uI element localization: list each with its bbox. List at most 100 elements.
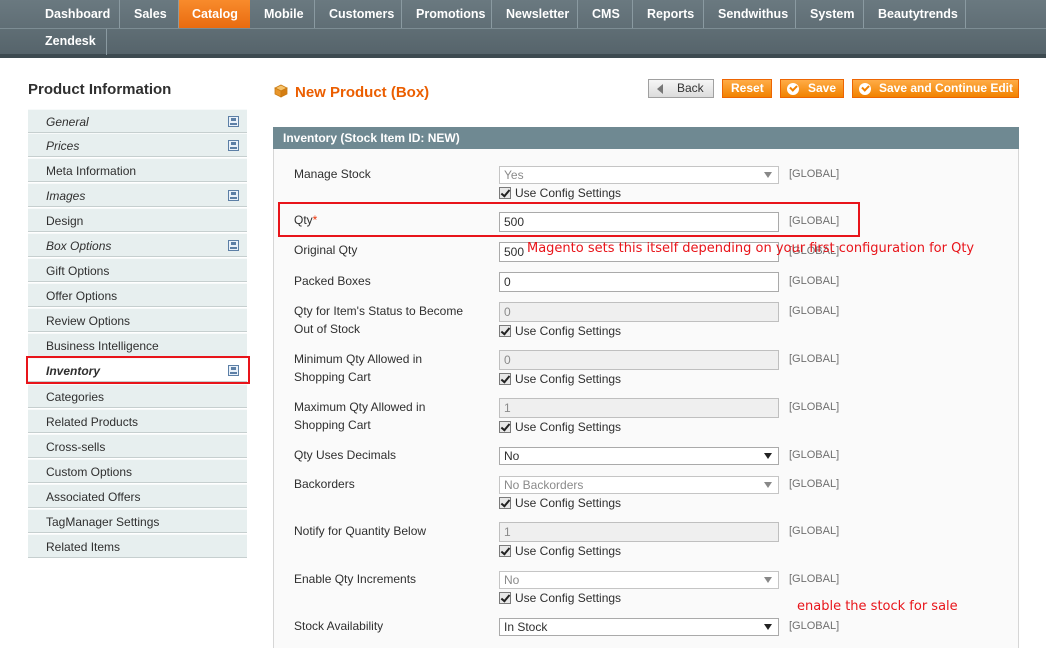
tab-label: General	[46, 115, 89, 129]
use-config-label: Use Config Settings	[515, 324, 622, 338]
out-of-stock-label-line1: Qty for Item's Status to Become	[294, 304, 464, 318]
notify-qty-label: Notify for Quantity Below	[294, 524, 427, 538]
back-arrow-icon	[657, 84, 663, 94]
tab-label: Offer Options	[46, 289, 118, 303]
scope-label: [GLOBAL]	[789, 305, 840, 317]
reset-button-label: Reset	[731, 81, 764, 95]
original-qty-label: Original Qty	[294, 243, 358, 257]
manage-stock-select[interactable]: Yes	[499, 166, 779, 184]
tab-label: Associated Offers	[46, 490, 141, 504]
tab-business-intelligence[interactable]: Business Intelligence	[28, 333, 247, 357]
qty-annotation-note: Magento sets this itself depending on yo…	[527, 241, 975, 256]
scope-label: [GLOBAL]	[789, 168, 840, 180]
select-value: No	[504, 449, 520, 463]
nav-sales[interactable]: Sales	[120, 0, 179, 28]
tab-box-options[interactable]: Box Options	[28, 233, 247, 257]
tab-gift-options[interactable]: Gift Options	[28, 258, 247, 282]
nav-zendesk[interactable]: Zendesk	[33, 29, 107, 55]
tab-review-options[interactable]: Review Options	[28, 308, 247, 332]
min-qty-label-line2: Shopping Cart	[294, 370, 371, 384]
checkbox-checked-icon	[499, 497, 511, 509]
tab-label: Related Items	[46, 540, 121, 554]
tab-label: Related Products	[46, 415, 139, 429]
tab-custom-options[interactable]: Custom Options	[28, 459, 247, 483]
nav-second-row: Zendesk	[0, 28, 1046, 55]
use-config-label: Use Config Settings	[515, 372, 622, 386]
tab-categories[interactable]: Categories	[28, 384, 247, 408]
tab-offer-options[interactable]: Offer Options	[28, 283, 247, 307]
min-qty-label-line1: Minimum Qty Allowed in	[294, 352, 423, 366]
save-button[interactable]: Save	[780, 79, 844, 98]
check-icon	[787, 83, 799, 95]
use-config-label: Use Config Settings	[515, 420, 622, 434]
scope-label: [GLOBAL]	[789, 353, 840, 365]
out-of-stock-qty-input[interactable]: 0	[499, 302, 779, 322]
notify-qty-input[interactable]: 1	[499, 522, 779, 542]
manage-stock-label: Manage Stock	[294, 167, 371, 181]
tab-images[interactable]: Images	[28, 183, 247, 207]
stock-annotation-note: enable the stock for sale	[797, 599, 958, 614]
nav-reports[interactable]: Reports	[633, 0, 704, 28]
tab-label: Prices	[46, 139, 80, 153]
chevron-down-icon	[764, 453, 772, 459]
checkbox-checked-icon	[499, 325, 511, 337]
min-qty-input[interactable]: 0	[499, 350, 779, 370]
backorders-select[interactable]: No Backorders	[499, 476, 779, 494]
chevron-down-icon	[764, 482, 772, 488]
tab-related-products[interactable]: Related Products	[28, 409, 247, 433]
qty-increments-select[interactable]: No	[499, 571, 779, 589]
max-qty-label-line1: Maximum Qty Allowed in	[294, 400, 426, 414]
use-config-label: Use Config Settings	[515, 591, 622, 605]
checkbox-checked-icon	[499, 545, 511, 557]
stock-availability-select[interactable]: In Stock	[499, 618, 779, 636]
packed-boxes-label: Packed Boxes	[294, 274, 371, 288]
tab-cross-sells[interactable]: Cross-sells	[28, 434, 247, 458]
qty-decimals-select[interactable]: No	[499, 447, 779, 465]
chevron-down-icon	[764, 172, 772, 178]
save-button-label: Save	[808, 81, 837, 95]
check-icon	[859, 83, 871, 95]
tab-related-items[interactable]: Related Items	[28, 534, 247, 558]
out-of-stock-label-line2: Out of Stock	[294, 322, 361, 336]
packed-boxes-input[interactable]: 0	[499, 272, 779, 292]
tab-label: Gift Options	[46, 264, 110, 278]
changed-icon	[228, 116, 239, 127]
nav-cms[interactable]: CMS	[578, 0, 633, 28]
use-config-label: Use Config Settings	[515, 496, 622, 510]
select-value: Yes	[504, 168, 524, 182]
tab-meta-information[interactable]: Meta Information	[28, 158, 247, 182]
product-box-icon	[274, 84, 288, 98]
use-config-label: Use Config Settings	[515, 186, 622, 200]
nav-beautytrends[interactable]: Beautytrends	[864, 0, 966, 28]
max-qty-input[interactable]: 1	[499, 398, 779, 418]
nav-promotions[interactable]: Promotions	[402, 0, 492, 28]
reset-button[interactable]: Reset	[722, 79, 772, 98]
checkbox-checked-icon	[499, 187, 511, 199]
tab-general[interactable]: General	[28, 109, 247, 133]
nav-customers[interactable]: Customers	[315, 0, 402, 28]
back-button[interactable]: Back	[648, 79, 714, 98]
nav-newsletter[interactable]: Newsletter	[492, 0, 578, 28]
tab-label: Categories	[46, 390, 105, 404]
max-qty-label-line2: Shopping Cart	[294, 418, 371, 432]
nav-system[interactable]: System	[796, 0, 864, 28]
backorders-label: Backorders	[294, 477, 355, 491]
tab-prices[interactable]: Prices	[28, 133, 247, 157]
tab-design[interactable]: Design	[28, 208, 247, 232]
scope-label: [GLOBAL]	[789, 275, 840, 287]
select-value: In Stock	[504, 620, 548, 634]
tab-label: Review Options	[46, 314, 131, 328]
nav-sendwithus[interactable]: Sendwithus	[704, 0, 796, 28]
tab-tagmanager-settings[interactable]: TagManager Settings	[28, 509, 247, 533]
nav-catalog[interactable]: Catalog	[179, 0, 250, 28]
tab-associated-offers[interactable]: Associated Offers	[28, 484, 247, 508]
qty-increments-label: Enable Qty Increments	[294, 572, 417, 586]
chevron-down-icon	[764, 624, 772, 630]
select-value: No Backorders	[504, 478, 584, 492]
sidebar-title: Product Information	[28, 81, 172, 98]
changed-icon	[228, 240, 239, 251]
nav-mobile[interactable]: Mobile	[250, 0, 315, 28]
save-and-continue-button[interactable]: Save and Continue Edit	[852, 79, 1019, 98]
nav-dashboard[interactable]: Dashboard	[33, 0, 120, 28]
scope-label: [GLOBAL]	[789, 620, 840, 632]
